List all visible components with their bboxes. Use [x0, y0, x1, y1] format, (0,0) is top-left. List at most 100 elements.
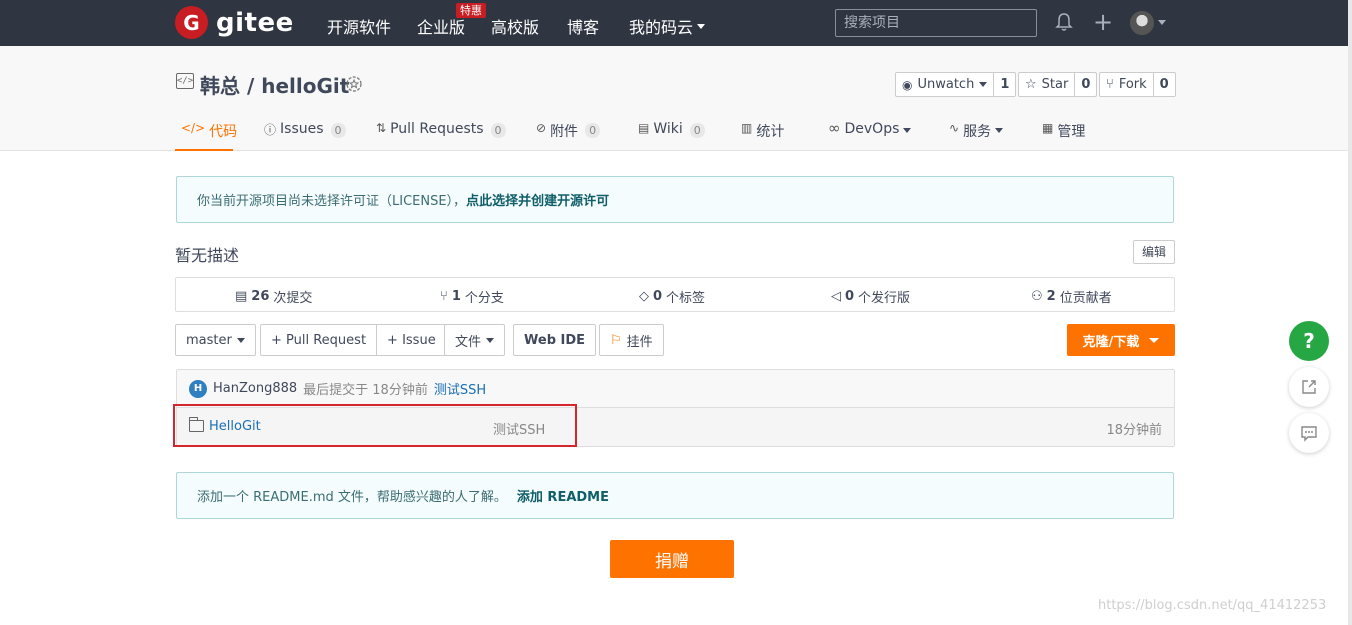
- stat-commits-label: 次提交: [273, 291, 313, 306]
- search-input[interactable]: [835, 9, 1037, 37]
- chat-button[interactable]: [1289, 413, 1329, 453]
- commit-message-link[interactable]: 测试SSH: [434, 379, 486, 398]
- gitee-logo-mark: G: [175, 6, 208, 39]
- nav-open-source[interactable]: 开源软件: [327, 14, 391, 38]
- stat-commits-count: 26: [251, 289, 270, 304]
- readme-notice: 添加一个 README.md 文件，帮助感兴趣的人了解。 添加 README: [176, 472, 1174, 519]
- project-title[interactable]: 韩总 / helloGit: [200, 70, 349, 99]
- stat-branches[interactable]: ⑂ 1 个分支: [440, 287, 504, 306]
- tab-pull-requests-count: 0: [490, 123, 506, 138]
- tab-issues-label: Issues: [280, 121, 324, 137]
- new-issue-button[interactable]: + Issue: [376, 325, 446, 355]
- tab-code[interactable]: </> 代码: [175, 116, 237, 151]
- file-list: H HanZong888 最后提交于 18分钟前 测试SSH HelloGit …: [176, 369, 1175, 447]
- new-pull-request-button[interactable]: + Pull Request: [261, 325, 376, 355]
- stat-contributors-label: 位贡献者: [1059, 291, 1112, 306]
- scrollbar[interactable]: [1348, 0, 1352, 625]
- file-menu-label: 文件: [455, 334, 482, 350]
- tab-issues[interactable]: ⓘ Issues 0: [264, 116, 346, 151]
- plus-icon[interactable]: +: [1093, 10, 1113, 34]
- tab-attachments[interactable]: ⊘ 附件 0: [536, 116, 601, 151]
- commits-icon: ▤: [235, 289, 248, 304]
- stat-branches-label: 个分支: [464, 291, 504, 306]
- question-icon: ?: [1303, 329, 1315, 353]
- stat-branches-count: 1: [451, 289, 461, 304]
- file-updated-time: 18分钟前: [1106, 423, 1162, 438]
- star-count[interactable]: 0: [1074, 73, 1096, 96]
- stat-contributors-count: 2: [1046, 289, 1056, 304]
- gitee-logo[interactable]: G gitee: [175, 6, 294, 39]
- feedback-edit-button[interactable]: [1289, 367, 1329, 407]
- edit-description-button[interactable]: 编辑: [1133, 240, 1176, 264]
- web-ide-label: Web IDE: [524, 332, 586, 348]
- eye-icon: ◉: [902, 77, 913, 92]
- file-commit-message[interactable]: 测试SSH: [493, 419, 545, 438]
- stat-contributors[interactable]: ⚇ 2 位贡献者: [1031, 287, 1112, 306]
- fork-label: Fork: [1118, 77, 1147, 92]
- tab-wiki[interactable]: ▤ Wiki 0: [638, 116, 705, 151]
- chevron-down-icon[interactable]: [1158, 20, 1166, 25]
- stat-releases[interactable]: ◁ 0 个发行版: [831, 287, 910, 306]
- stat-tags-label: 个标签: [666, 291, 706, 306]
- file-name-link[interactable]: HelloGit: [209, 419, 261, 434]
- star-button[interactable]: ☆ Star 0: [1018, 72, 1098, 97]
- release-icon: ◁: [831, 289, 841, 304]
- license-notice: 你当前开源项目尚未选择许可证（LICENSE）， 点此选择并创建开源许可: [176, 176, 1174, 223]
- stat-commits[interactable]: ▤ 26 次提交: [235, 287, 312, 306]
- chevron-down-icon: [1149, 337, 1160, 343]
- project-description: 暂无描述: [175, 246, 240, 265]
- table-row[interactable]: HelloGit 测试SSH 18分钟前: [177, 408, 1174, 446]
- widget-label: 挂件: [626, 334, 653, 350]
- widget-button[interactable]: ⚐ 挂件: [599, 324, 664, 356]
- stat-tags-count: 0: [653, 289, 663, 304]
- web-ide-button[interactable]: Web IDE: [513, 324, 597, 356]
- stat-releases-count: 0: [845, 289, 855, 304]
- tab-devops[interactable]: ∞ DevOps: [828, 116, 912, 151]
- watch-count[interactable]: 1: [993, 73, 1015, 96]
- nav-blog[interactable]: 博客: [567, 14, 599, 38]
- branch-select[interactable]: master: [175, 324, 256, 356]
- stat-tags[interactable]: ◇ 0 个标签: [639, 287, 705, 306]
- tab-manage[interactable]: ▦ 管理: [1042, 116, 1085, 151]
- tab-wiki-label: Wiki: [653, 121, 683, 137]
- nav-my-gitee-label: 我的码云: [629, 18, 694, 37]
- create-license-link[interactable]: 点此选择并创建开源许可: [466, 190, 609, 209]
- code-icon: </>: [181, 121, 206, 135]
- avatar[interactable]: [1130, 11, 1154, 35]
- pulse-icon: ∿: [949, 121, 960, 135]
- file-menu-button[interactable]: 文件: [444, 324, 506, 356]
- nav-my-gitee[interactable]: 我的码云: [629, 14, 706, 38]
- tab-services[interactable]: ∿ 服务: [949, 116, 1004, 151]
- license-notice-text: 你当前开源项目尚未选择许可证（LICENSE），: [197, 194, 467, 209]
- folder-icon: [189, 417, 204, 432]
- project-header: </> 韩总 / helloGit ◉ Unwatch 1 ☆ Star 0 ⑂ Fo…: [0, 46, 1352, 151]
- pull-request-icon: ⇅: [376, 121, 387, 135]
- clone-download-button[interactable]: 克隆/下载: [1067, 324, 1175, 356]
- issue-icon: ⓘ: [264, 123, 277, 137]
- tab-manage-label: 管理: [1057, 124, 1086, 140]
- tab-attachments-count: 0: [585, 123, 601, 138]
- fork-button[interactable]: ⑂ Fork 0: [1099, 72, 1176, 97]
- add-readme-link[interactable]: 添加 README: [517, 486, 609, 505]
- fork-count[interactable]: 0: [1152, 73, 1175, 96]
- branch-icon: ⑂: [440, 289, 448, 304]
- tab-attachments-label: 附件: [550, 124, 579, 140]
- bell-icon[interactable]: [1055, 12, 1073, 36]
- watch-button[interactable]: ◉ Unwatch 1: [895, 72, 1017, 97]
- donate-button[interactable]: 捐赠: [610, 540, 734, 578]
- readme-notice-text: 添加一个 README.md 文件，帮助感兴趣的人了解。: [197, 490, 507, 505]
- nav-education[interactable]: 高校版: [491, 14, 539, 38]
- stat-releases-label: 个发行版: [858, 291, 911, 306]
- star-label: Star: [1041, 77, 1069, 92]
- tab-stats[interactable]: ▥ 统计: [741, 116, 784, 151]
- commit-author[interactable]: HanZong888: [213, 381, 297, 396]
- tab-pull-requests[interactable]: ⇅ Pull Requests 0: [376, 116, 506, 151]
- commit-meta: 最后提交于 18分钟前: [303, 383, 428, 398]
- branch-select-label: master: [186, 332, 232, 348]
- pr-issue-group: + Pull Request + Issue: [260, 324, 447, 356]
- tab-code-label: 代码: [209, 124, 238, 140]
- tab-services-label: 服务: [963, 124, 992, 140]
- help-button[interactable]: ?: [1289, 321, 1329, 361]
- watch-label: Unwatch: [917, 77, 975, 92]
- avatar[interactable]: H: [189, 379, 207, 398]
